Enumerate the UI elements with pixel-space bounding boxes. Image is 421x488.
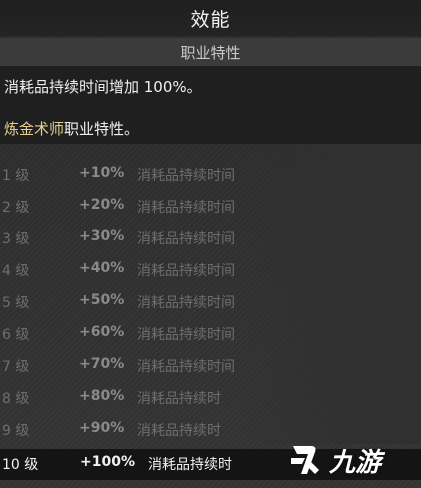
class-name: 炼金术师 bbox=[4, 120, 65, 138]
level-row: 5 级 +50% 消耗品持续时间 bbox=[0, 287, 421, 318]
level-label: 10 级 bbox=[2, 457, 39, 473]
level-bonus: +50% bbox=[79, 292, 125, 308]
level-bonus: +30% bbox=[79, 228, 125, 244]
class-trait-line: 炼金术师职业特性。 bbox=[4, 118, 139, 139]
level-list: 1 级 +10% 消耗品持续时间 2 级 +20% 消耗品持续时间 3 级 +3… bbox=[0, 144, 421, 488]
level-label: 7 级 bbox=[2, 359, 30, 375]
level-row: 7 级 +70% 消耗品持续时间 bbox=[0, 351, 421, 382]
level-bonus: +60% bbox=[79, 324, 125, 340]
level-bonus: +90% bbox=[79, 420, 125, 436]
level-effect: 消耗品持续时 bbox=[148, 457, 232, 473]
description-block: 消耗品持续时间增加 100%。 炼金术师职业特性。 bbox=[0, 66, 421, 144]
level-row: 1 级 +10% 消耗品持续时间 bbox=[0, 160, 421, 191]
panel-header: 效能 bbox=[0, 0, 421, 36]
level-label: 2 级 bbox=[2, 200, 30, 216]
level-row: 8 级 +80% 消耗品持续时 bbox=[0, 383, 421, 414]
section-bar: 职业特性 bbox=[0, 38, 421, 66]
description-line: 消耗品持续时间增加 100%。 bbox=[4, 78, 202, 96]
level-label: 4 级 bbox=[2, 263, 30, 279]
level-bonus: +100% bbox=[80, 454, 135, 470]
level-bonus: +70% bbox=[79, 356, 125, 372]
level-effect: 消耗品持续时间 bbox=[137, 231, 235, 247]
level-label: 5 级 bbox=[2, 295, 30, 311]
level-effect: 消耗品持续时间 bbox=[137, 168, 235, 184]
panel-title: 效能 bbox=[190, 8, 231, 31]
level-effect: 消耗品持续时 bbox=[137, 391, 221, 407]
watermark-text: 九游 bbox=[329, 447, 382, 478]
level-effect: 消耗品持续时间 bbox=[137, 263, 235, 279]
level-label: 8 级 bbox=[2, 391, 30, 407]
level-bonus: +20% bbox=[79, 197, 125, 213]
level-row: 3 级 +30% 消耗品持续时间 bbox=[0, 223, 421, 254]
level-row: 4 级 +40% 消耗品持续时间 bbox=[0, 255, 421, 286]
level-bonus: +80% bbox=[79, 388, 125, 404]
level-bonus: +40% bbox=[79, 260, 125, 276]
section-title: 职业特性 bbox=[180, 43, 241, 62]
watermark: 九游 bbox=[285, 438, 415, 482]
level-row: 6 级 +60% 消耗品持续时间 bbox=[0, 319, 421, 350]
level-effect: 消耗品持续时间 bbox=[137, 200, 235, 216]
level-effect: 消耗品持续时间 bbox=[137, 359, 235, 375]
level-effect: 消耗品持续时间 bbox=[137, 295, 235, 311]
level-label: 3 级 bbox=[2, 231, 30, 247]
level-effect: 消耗品持续时 bbox=[137, 423, 221, 439]
level-row: 2 级 +20% 消耗品持续时间 bbox=[0, 192, 421, 223]
level-bonus: +10% bbox=[79, 165, 125, 181]
class-trait-suffix: 职业特性。 bbox=[64, 120, 140, 138]
level-label: 6 级 bbox=[2, 327, 30, 343]
level-effect: 消耗品持续时间 bbox=[137, 327, 235, 343]
level-label: 1 级 bbox=[2, 168, 30, 184]
level-label: 9 级 bbox=[2, 423, 30, 439]
jiuyou-logo-icon bbox=[291, 446, 319, 474]
